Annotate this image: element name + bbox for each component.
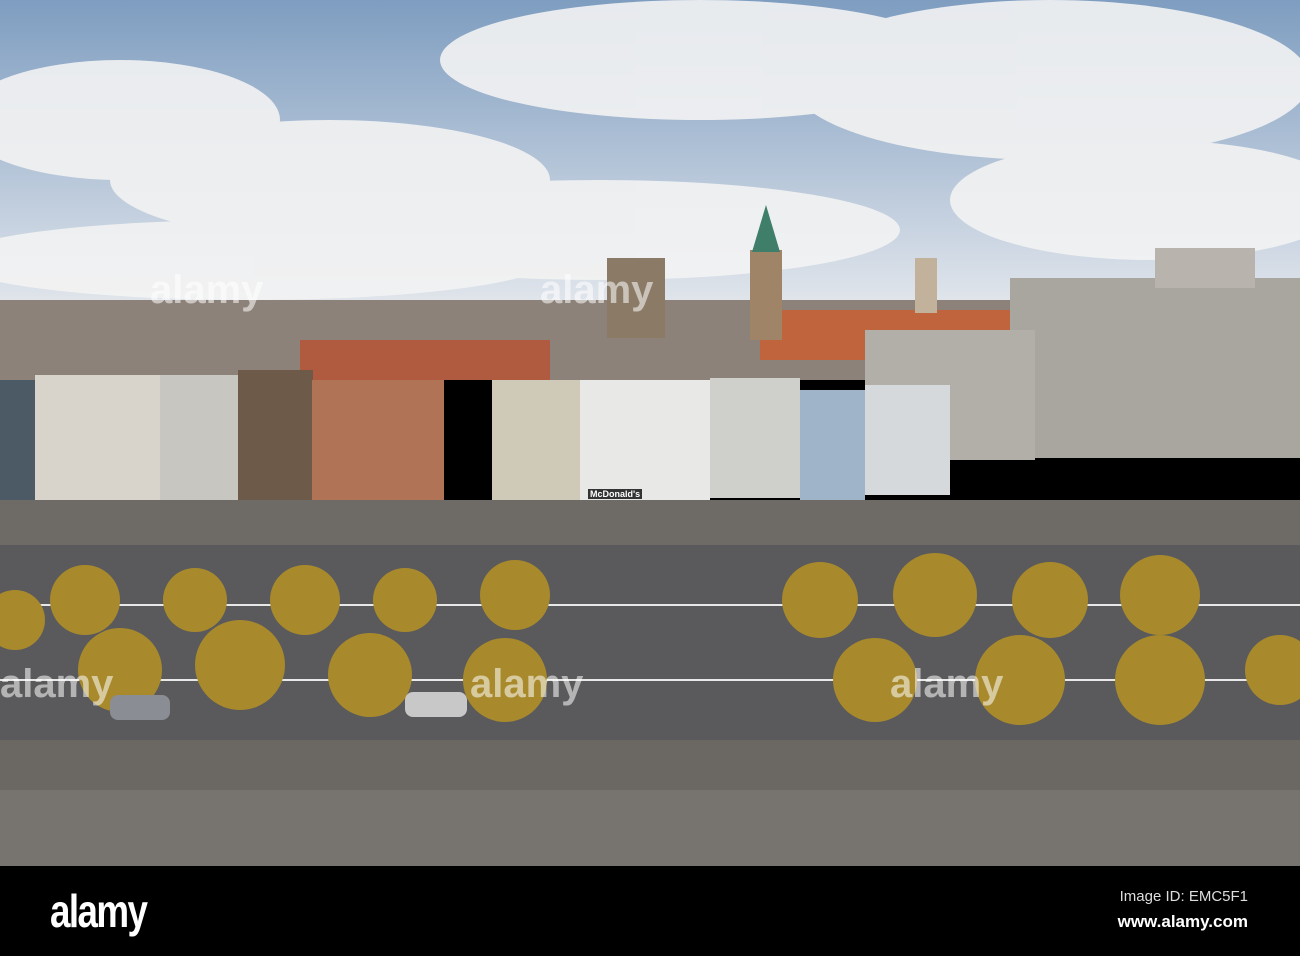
car xyxy=(110,695,170,720)
car xyxy=(405,692,467,717)
office-block xyxy=(1010,278,1300,458)
watermark: alamy xyxy=(0,662,114,706)
alamy-logo: alamy xyxy=(50,885,148,937)
photo-stage: alamy alamy alamy alamy alamy McDonald's… xyxy=(0,0,1300,956)
sidewalk-cafes xyxy=(0,500,1300,550)
city-photo xyxy=(0,0,1300,866)
watermark: alamy xyxy=(890,662,1004,706)
watermark: alamy xyxy=(540,268,654,312)
mcdonalds-sign: McDonald's xyxy=(588,489,643,499)
watermark: alamy xyxy=(470,662,584,706)
image-id: Image ID: EMC5F1 xyxy=(1119,888,1248,905)
watermark: alamy xyxy=(150,268,264,312)
footer-bar: alamy Image ID: EMC5F1 www.alamy.com xyxy=(0,866,1300,956)
facade-row xyxy=(0,370,950,505)
town-hall-tower xyxy=(750,250,782,340)
website-link: www.alamy.com xyxy=(1117,912,1248,931)
